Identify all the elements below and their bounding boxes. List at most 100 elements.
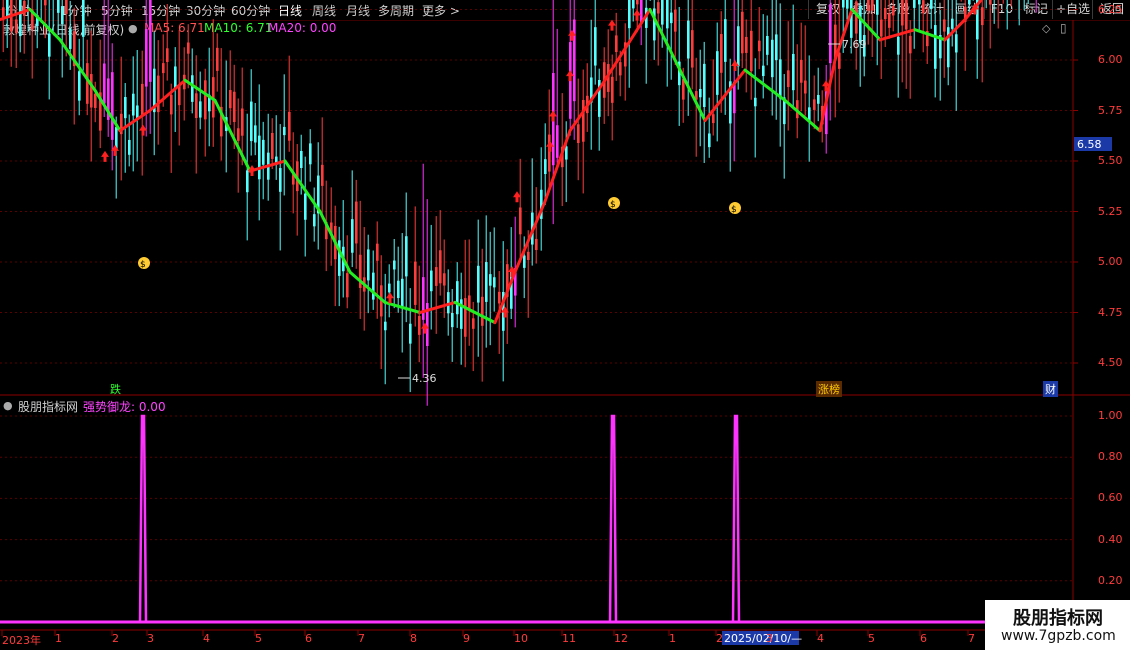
candle-body: [262, 139, 265, 165]
candle-body: [376, 243, 379, 261]
candle-body: [661, 0, 664, 25]
candle-body: [792, 53, 795, 91]
candle-body: [871, 0, 874, 11]
event-marker-down[interactable]: 跌: [108, 381, 123, 397]
price-tick-label: 4.50: [1098, 356, 1123, 369]
candle-body: [708, 133, 711, 148]
date-tick-label: 10: [514, 632, 528, 645]
candle-body: [233, 91, 236, 122]
candle-body: [435, 267, 438, 286]
buy-arrow-icon: [566, 70, 574, 82]
candle-body: [422, 277, 425, 320]
candle-body: [430, 270, 433, 292]
candle-body: [745, 36, 748, 53]
chart-frame: [0, 20, 1130, 631]
candle-body: [149, 0, 152, 82]
kline-chart[interactable]: 7.69 4.36 $ $ $ 6.58 2025/02/10/—: [0, 0, 1130, 650]
candle-body: [804, 80, 807, 94]
candle-body: [23, 0, 26, 16]
date-tick-label: 6: [305, 632, 312, 645]
candle-body: [846, 0, 849, 9]
candle-body: [876, 0, 879, 15]
svg-text:2025/02/10/—: 2025/02/10/—: [724, 632, 802, 645]
event-marker-finance[interactable]: 财: [1043, 381, 1058, 397]
candle-body: [741, 11, 744, 54]
candle-body: [800, 59, 803, 83]
candle-body: [573, 19, 576, 102]
candle-body: [884, 7, 887, 20]
candle-body: [145, 28, 148, 87]
candle-body: [943, 19, 946, 32]
buy-arrows: [101, 3, 979, 334]
candle-body: [195, 93, 198, 118]
candle-body: [481, 296, 484, 326]
candle-body: [611, 76, 614, 103]
candle-body: [111, 72, 114, 140]
candle-body: [451, 312, 454, 328]
price-tick-label: 5.50: [1098, 154, 1123, 167]
candle-body: [174, 66, 177, 89]
candle-body: [905, 0, 908, 30]
candle-body: [901, 0, 904, 26]
candle-body: [279, 168, 282, 192]
candle-body: [170, 94, 173, 115]
candle-body: [829, 4, 832, 64]
ma-segment: [58, 38, 97, 92]
candle-body: [136, 105, 139, 118]
candle-body: [78, 71, 81, 101]
candle-body: [855, 1, 858, 34]
signal-tick-label: 0.80: [1098, 450, 1123, 464]
money-bag-icon: $: [608, 197, 620, 210]
high-annotation: 7.69: [828, 38, 867, 51]
date-tick-label: 1: [55, 632, 62, 645]
candle-body: [930, 0, 933, 9]
candle-body: [372, 272, 375, 300]
candlesticks: [1, 0, 1037, 636]
candle-body: [493, 277, 496, 288]
candle-body: [351, 219, 354, 253]
price-tick-label: 5.75: [1098, 103, 1123, 117]
candle-body: [254, 125, 257, 143]
candle-body: [367, 249, 370, 281]
event-marker-rank[interactable]: 涨榜: [816, 381, 842, 397]
candle-body: [565, 146, 568, 160]
candle-body: [86, 63, 89, 104]
candle-body: [321, 164, 324, 186]
candle-body: [955, 34, 958, 53]
candle-body: [346, 273, 349, 298]
date-tick-label: 5: [255, 632, 262, 645]
low-price-label: 4.36: [412, 372, 437, 385]
signal-tick-label: 1.00: [1098, 409, 1123, 422]
candle-body: [472, 318, 475, 329]
candle-body: [947, 27, 950, 68]
candle-body: [699, 88, 702, 98]
candle-body: [271, 132, 274, 159]
candle-body: [838, 52, 841, 69]
candle-body: [468, 295, 471, 309]
price-tick-label: 4.75: [1098, 305, 1123, 319]
candle-body: [888, 13, 891, 28]
date-tick-label: 6: [920, 632, 927, 645]
ma-segment: [418, 300, 457, 314]
candle-body: [456, 281, 459, 315]
candle-body: [712, 114, 715, 124]
candle-body: [44, 0, 47, 6]
signal-tick-label: 0.20: [1098, 573, 1123, 587]
date-tick-label: 2023年: [2, 634, 41, 647]
candle-body: [577, 124, 580, 144]
signal-tick-label: 0.40: [1098, 532, 1123, 546]
candle-body: [15, 19, 18, 34]
candle-body: [94, 93, 97, 108]
low-annotation: 4.36: [398, 372, 437, 385]
candle-body: [867, 0, 870, 11]
candle-body: [141, 83, 144, 117]
candle-body: [61, 6, 64, 25]
candle-body: [418, 316, 421, 335]
candle-body: [670, 12, 673, 24]
candle-body: [241, 108, 244, 136]
candle-body: [309, 143, 312, 165]
candle-body: [535, 238, 538, 251]
candle-body: [918, 0, 921, 5]
candle-body: [355, 201, 358, 244]
svg-text:$: $: [140, 260, 146, 270]
